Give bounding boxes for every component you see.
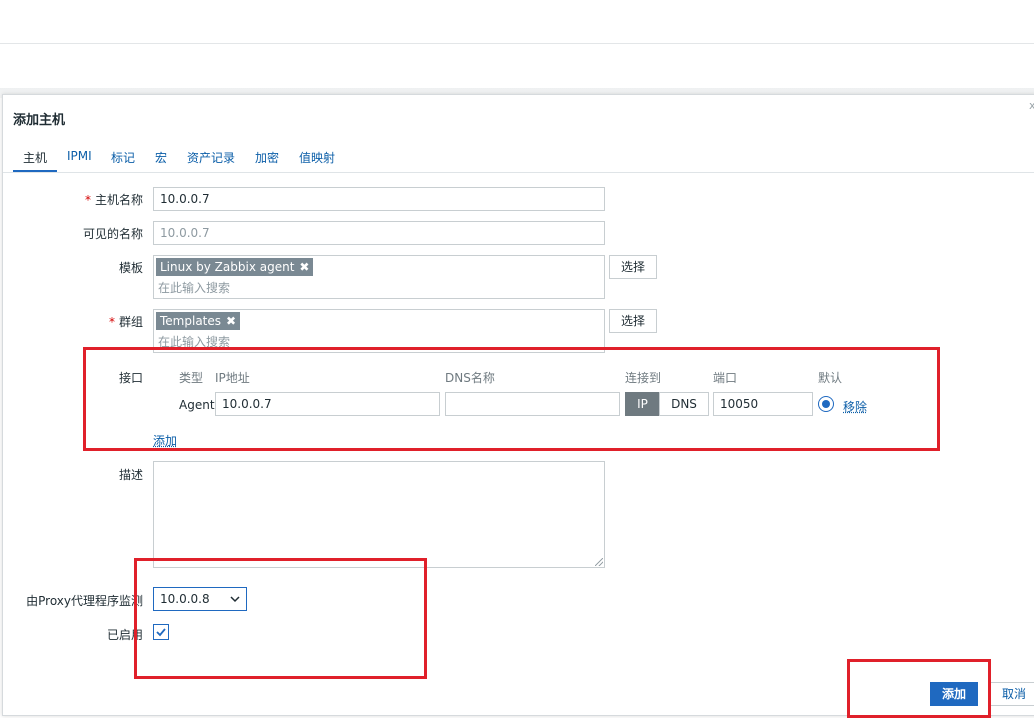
checkmark-icon xyxy=(156,628,166,637)
required-marker: * xyxy=(84,193,91,207)
connect-dns-toggle[interactable]: DNS xyxy=(659,392,709,416)
iface-header-ip: IP地址 xyxy=(215,371,250,385)
tab-tags[interactable]: 标记 xyxy=(111,149,135,166)
templates-label: 模板 xyxy=(118,261,143,275)
groups-label: * 群组 xyxy=(109,313,143,330)
enabled-checkbox[interactable] xyxy=(153,624,169,640)
close-icon[interactable]: x xyxy=(1029,99,1034,112)
iface-port-input[interactable]: 10050 xyxy=(713,392,813,416)
interfaces-label: 接口 xyxy=(118,371,143,385)
add-button[interactable]: 添加 xyxy=(930,682,978,706)
iface-header-port: 端口 xyxy=(713,371,738,385)
groups-multiselect[interactable]: Templates ✖ 在此输入搜索 xyxy=(153,309,605,353)
add-interface-link[interactable]: 添加 xyxy=(153,432,177,449)
proxy-label: 由Proxy代理程序监测 xyxy=(26,594,143,608)
remove-interface-link[interactable]: 移除 xyxy=(843,398,867,415)
active-tab-indicator xyxy=(13,170,57,172)
tab-macros[interactable]: 宏 xyxy=(155,149,167,166)
iface-header-connect: 连接到 xyxy=(625,371,662,385)
tab-host[interactable]: 主机 xyxy=(23,149,47,166)
cancel-button[interactable]: 取消 xyxy=(988,682,1034,706)
templates-multiselect[interactable]: Linux by Zabbix agent ✖ 在此输入搜索 xyxy=(153,255,605,299)
tab-inventory[interactable]: 资产记录 xyxy=(187,149,235,166)
tab-value-mapping[interactable]: 值映射 xyxy=(299,149,335,166)
tab-ipmi[interactable]: IPMI xyxy=(67,149,92,163)
templates-select-button[interactable]: 选择 xyxy=(609,255,657,279)
visible-name-input[interactable]: 10.0.0.7 xyxy=(153,221,605,245)
proxy-selected-value: 10.0.0.8 xyxy=(160,592,210,606)
templates-search-placeholder[interactable]: 在此输入搜索 xyxy=(158,279,230,296)
dialog-title: 添加主机 xyxy=(13,113,66,128)
description-textarea[interactable] xyxy=(153,461,605,568)
resize-handle-icon[interactable] xyxy=(595,558,603,566)
template-chip-label: Linux by Zabbix agent xyxy=(160,260,295,274)
iface-header-type: 类型 xyxy=(179,371,204,385)
iface-header-default: 默认 xyxy=(818,371,843,385)
host-name-label: * 主机名称 xyxy=(85,191,143,208)
tab-encryption[interactable]: 加密 xyxy=(255,149,279,166)
connect-ip-toggle[interactable]: IP xyxy=(625,392,660,416)
remove-chip-icon[interactable]: ✖ xyxy=(226,314,236,328)
enabled-label: 已启用 xyxy=(106,628,143,642)
group-chip: Templates ✖ xyxy=(156,312,241,330)
group-chip-label: Templates xyxy=(160,314,222,328)
required-marker: * xyxy=(108,315,115,329)
groups-select-button[interactable]: 选择 xyxy=(609,309,657,333)
host-name-input[interactable]: 10.0.0.7 xyxy=(153,187,605,211)
iface-header-dns: DNS名称 xyxy=(445,371,495,385)
iface-type-agent: Agent xyxy=(179,398,215,412)
host-name-label-text: 主机名称 xyxy=(94,193,143,207)
description-label: 描述 xyxy=(118,468,143,482)
tab-bar: 主机 IPMI 标记 宏 资产记录 加密 值映射 xyxy=(3,145,1034,173)
groups-search-placeholder[interactable]: 在此输入搜索 xyxy=(158,333,230,350)
iface-ip-input[interactable]: 10.0.0.7 xyxy=(215,392,440,416)
remove-chip-icon[interactable]: ✖ xyxy=(299,260,309,274)
background-divider xyxy=(0,43,1034,44)
visible-name-label: 可见的名称 xyxy=(82,227,143,241)
groups-label-text: 群组 xyxy=(118,315,143,329)
iface-dns-input[interactable] xyxy=(445,392,620,416)
default-interface-radio[interactable] xyxy=(818,396,834,412)
proxy-select[interactable]: 10.0.0.8 xyxy=(153,587,247,611)
add-host-dialog: 添加主机 x 主机 IPMI 标记 宏 资产记录 加密 值映射 * 主机名称 10… xyxy=(2,94,1034,716)
chevron-down-icon xyxy=(230,588,240,618)
template-chip: Linux by Zabbix agent ✖ xyxy=(156,258,314,276)
